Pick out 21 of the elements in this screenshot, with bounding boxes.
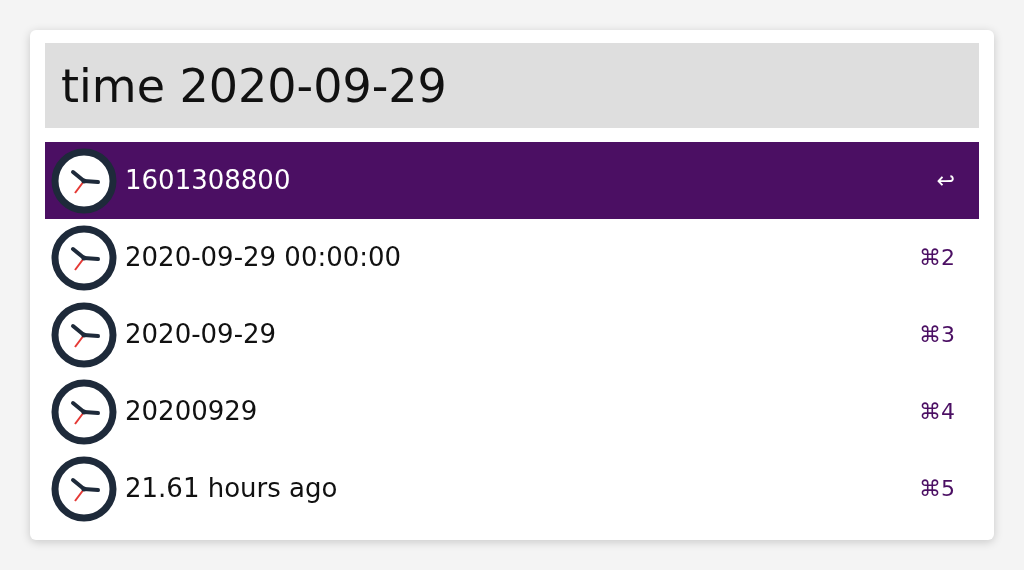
result-title: 20200929 — [125, 395, 259, 428]
shortcut-hint: ⌘5 — [919, 475, 955, 503]
shortcut-hint: ⌘4 — [919, 398, 955, 426]
clock-icon — [51, 378, 117, 445]
shortcut-hint: ⌘3 — [919, 321, 955, 349]
result-title: 2020-09-29 00:00:00 — [125, 241, 403, 274]
result-item[interactable]: 2020-09-29 ⌘3 — [45, 296, 979, 373]
shortcut-hint: ↩ — [936, 167, 955, 195]
clock-icon — [51, 224, 117, 291]
clock-icon — [51, 147, 117, 214]
clock-icon — [51, 301, 117, 368]
result-title: 1601308800 — [125, 164, 292, 197]
clock-icon — [51, 455, 117, 522]
result-item[interactable]: 21.61 hours ago ⌘5 — [45, 450, 979, 527]
result-item[interactable]: 1601308800 ↩ — [45, 142, 979, 219]
result-title: 2020-09-29 — [125, 318, 278, 351]
search-field[interactable]: time 2020-09-29 — [45, 43, 979, 128]
shortcut-hint: ⌘2 — [919, 244, 955, 272]
result-item[interactable]: 2020-09-29 00:00:00 ⌘2 — [45, 219, 979, 296]
result-item[interactable]: 20200929 ⌘4 — [45, 373, 979, 450]
result-title: 21.61 hours ago — [125, 472, 339, 505]
